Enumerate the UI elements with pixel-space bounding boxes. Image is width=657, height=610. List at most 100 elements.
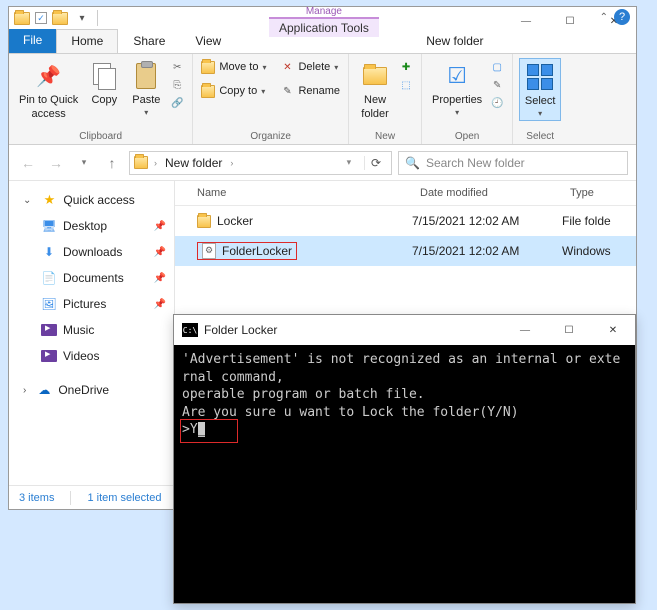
paste-button[interactable]: Paste ▾ (126, 58, 166, 119)
address-dropdown-icon[interactable]: ▾ (338, 152, 360, 174)
copy-button[interactable]: Copy (84, 58, 124, 108)
terminal-input: Y (190, 422, 198, 437)
select-group-label: Select (519, 131, 561, 142)
pin-to-quick-access-button[interactable]: 📌 Pin to Quick access (15, 58, 82, 122)
copy-label: Copy (91, 94, 117, 106)
cut-icon[interactable]: ✂ (170, 60, 184, 74)
sidebar-item-downloads[interactable]: ⬇ Downloads 📌 (9, 239, 174, 265)
paste-icon (130, 60, 162, 92)
caret-icon: ▾ (334, 63, 338, 72)
application-tools-tab[interactable]: Application Tools (269, 17, 379, 37)
select-button[interactable]: Select ▾ (519, 58, 561, 121)
minimize-button[interactable]: — (503, 315, 547, 345)
copy-path-icon[interactable]: ⎘ (170, 78, 184, 92)
navigation-pane[interactable]: ★ Quick access 🖥 Desktop 📌 ⬇ Downloads 📌… (9, 181, 175, 501)
qat-overflow-icon[interactable]: ▾ (73, 9, 91, 27)
column-header-name[interactable]: Name (175, 181, 412, 205)
pin-icon: 📌 (33, 60, 65, 92)
back-button[interactable]: ← (17, 152, 39, 174)
forward-button[interactable]: → (45, 152, 67, 174)
folder-icon (197, 214, 211, 228)
videos-icon (41, 348, 57, 364)
history-icon[interactable]: 🕘 (490, 96, 504, 110)
refresh-button[interactable]: ⟳ (364, 156, 387, 170)
maximize-button[interactable]: ☐ (547, 315, 591, 345)
terminal-titlebar[interactable]: C:\ Folder Locker — ☐ ✕ (174, 315, 635, 345)
view-tab[interactable]: View (180, 29, 236, 53)
recent-locations-button[interactable]: ▾ (73, 152, 95, 174)
sidebar-item-videos[interactable]: Videos (9, 343, 174, 369)
new-item-icon[interactable]: ✚ (399, 60, 413, 74)
delete-button[interactable]: ✕ Delete ▾ (278, 58, 342, 76)
file-row-locker[interactable]: Locker 7/15/2021 12:02 AM File folde (175, 206, 636, 236)
easy-access-icon[interactable]: ⬚ (399, 78, 413, 92)
crumb-chevron-icon[interactable]: › (228, 158, 235, 168)
ribbon: 📌 Pin to Quick access Copy Paste ▾ ✂ ⎘ 🔗 (9, 53, 636, 145)
up-button[interactable]: ↑ (101, 152, 123, 174)
ribbon-group-clipboard: 📌 Pin to Quick access Copy Paste ▾ ✂ ⎘ 🔗 (9, 54, 193, 144)
column-header-type[interactable]: Type (562, 181, 636, 205)
collapse-ribbon-icon[interactable]: ⌃ (600, 12, 608, 23)
pin-icon: 📌 (154, 273, 166, 284)
pin-label-1: Pin to Quick (19, 94, 78, 106)
copy-to-button[interactable]: Copy to ▾ (199, 82, 268, 100)
pin-icon: 📌 (154, 247, 166, 258)
delete-icon: ✕ (280, 60, 294, 74)
sidebar-item-label: Downloads (63, 245, 122, 259)
breadcrumb-item[interactable]: New folder (163, 154, 224, 172)
help-icon[interactable]: ? (614, 9, 630, 25)
sidebar-item-documents[interactable]: 📄 Documents 📌 (9, 265, 174, 291)
open-icon[interactable]: ▢ (490, 60, 504, 74)
sidebar-onedrive[interactable]: ☁ OneDrive (9, 377, 174, 403)
desktop-icon: 🖥 (41, 218, 57, 234)
contextual-tab-group: Manage Application Tools (269, 7, 379, 37)
column-header-date[interactable]: Date modified (412, 181, 562, 205)
folder-icon (134, 156, 148, 170)
ribbon-group-new: New folder ✚ ⬚ New (349, 54, 422, 144)
paste-shortcut-icon[interactable]: 🔗 (170, 96, 184, 110)
column-headers: Name Date modified Type (175, 181, 636, 206)
address-bar[interactable]: › New folder › ▾ ⟳ (129, 151, 392, 175)
minimize-button[interactable]: — (504, 7, 548, 35)
maximize-button[interactable]: ☐ (548, 7, 592, 35)
pin-icon: 📌 (154, 299, 166, 310)
folder-icon (13, 9, 31, 27)
search-box[interactable]: 🔍 Search New folder (398, 151, 628, 175)
file-date: 7/15/2021 12:02 AM (412, 244, 562, 258)
terminal-prompt: > (182, 422, 190, 437)
rename-button[interactable]: ✎ Rename (278, 82, 342, 100)
select-label: Select (525, 95, 556, 107)
sidebar-item-label: Videos (63, 349, 99, 363)
qat-checkbox-icon[interactable]: ✓ (35, 12, 47, 24)
documents-icon: 📄 (41, 270, 57, 286)
edit-icon[interactable]: ✎ (490, 78, 504, 92)
caret-icon: ▾ (455, 108, 459, 117)
sidebar-item-desktop[interactable]: 🖥 Desktop 📌 (9, 213, 174, 239)
new-folder-button[interactable]: New folder (355, 58, 395, 122)
star-icon: ★ (41, 192, 57, 208)
pin-icon: 📌 (154, 221, 166, 232)
move-to-button[interactable]: Move to ▾ (199, 58, 268, 76)
sidebar-quick-access[interactable]: ★ Quick access (9, 187, 174, 213)
sidebar-item-music[interactable]: Music (9, 317, 174, 343)
file-type: Windows (562, 244, 636, 258)
terminal-window: C:\ Folder Locker — ☐ ✕ 'Advertisement' … (173, 314, 636, 604)
share-tab[interactable]: Share (118, 29, 180, 53)
open-group-label: Open (428, 131, 506, 142)
cmd-icon: C:\ (182, 323, 198, 337)
separator (70, 491, 71, 505)
crumb-chevron-icon[interactable]: › (152, 158, 159, 168)
qat-folder-icon[interactable] (51, 9, 69, 27)
properties-button[interactable]: ☑ Properties ▾ (428, 58, 486, 119)
sidebar-item-label: Desktop (63, 219, 107, 233)
file-row-folderlocker[interactable]: FolderLocker 7/15/2021 12:02 AM Windows (175, 236, 636, 266)
copy-to-label: Copy to (219, 85, 257, 97)
terminal-body[interactable]: 'Advertisement' is not recognized as an … (174, 345, 635, 603)
sidebar-item-pictures[interactable]: 🖼 Pictures 📌 (9, 291, 174, 317)
delete-label: Delete (298, 61, 330, 73)
home-tab[interactable]: Home (56, 29, 118, 53)
sidebar-item-label: Documents (63, 271, 124, 285)
batch-file-icon (202, 244, 216, 258)
file-tab[interactable]: File (9, 29, 56, 53)
close-button[interactable]: ✕ (591, 315, 635, 345)
